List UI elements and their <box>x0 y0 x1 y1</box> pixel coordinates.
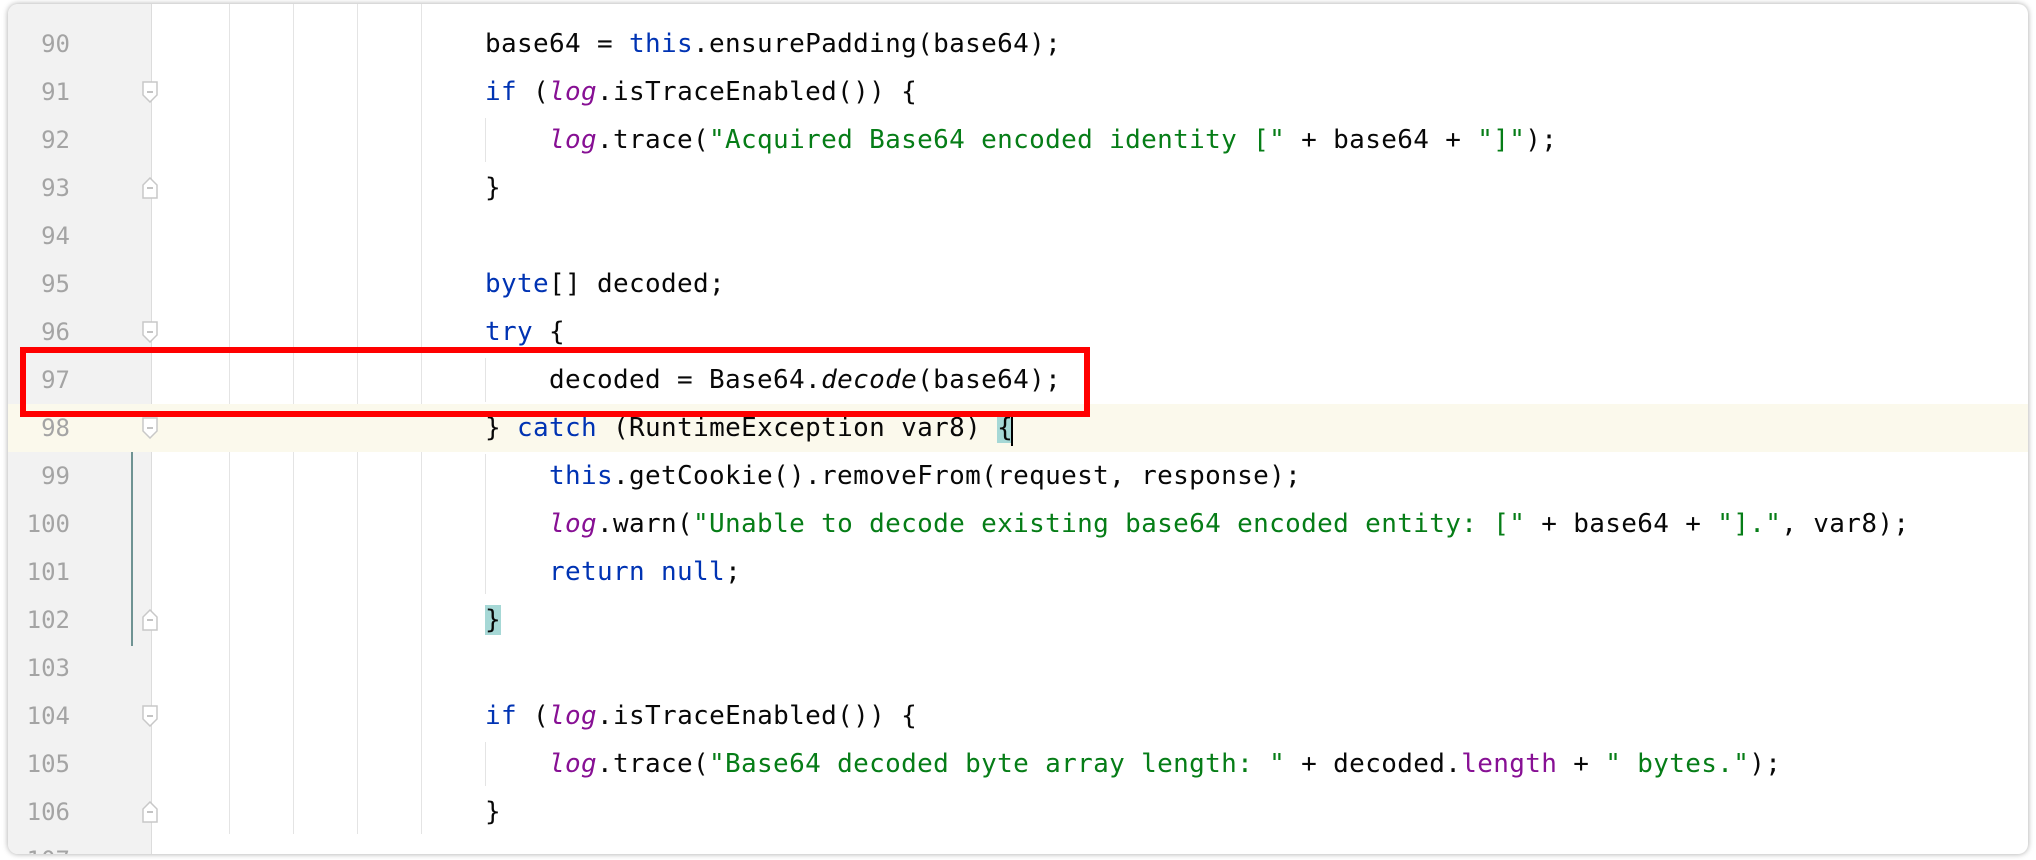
fold-collapse-icon[interactable] <box>142 705 158 727</box>
code-line[interactable]: 105 log.trace("Base64 decoded byte array … <box>8 740 2028 788</box>
code-line[interactable]: 93} <box>8 164 2028 212</box>
code-token: [] decoded; <box>549 269 726 299</box>
code-token: ; <box>725 557 742 587</box>
code-token: } <box>485 797 502 827</box>
line-number: 99 <box>41 462 70 490</box>
code-token: .isTraceEnabled()) { <box>597 77 918 107</box>
fold-end-icon[interactable] <box>142 801 158 823</box>
code-token: base64 = <box>485 29 630 59</box>
line-number: 92 <box>41 126 70 154</box>
keyword-token: byte <box>485 269 550 299</box>
code-line[interactable]: 104 if (log.isTraceEnabled()) { <box>8 692 2028 740</box>
code-token: ); <box>1749 749 1782 779</box>
code-token: + <box>1557 749 1606 779</box>
code-line[interactable]: 92 log.trace("Acquired Base64 encoded ide… <box>8 116 2028 164</box>
code-text[interactable]: log.trace("Base64 decoded byte array len… <box>549 740 1781 788</box>
string-token: "Unable to decode existing base64 encode… <box>693 509 1526 539</box>
code-token: + base64 + <box>1285 125 1478 155</box>
code-token: { <box>533 317 566 347</box>
fold-end-icon[interactable] <box>142 609 158 631</box>
code-token: ( <box>517 701 550 731</box>
fold-collapse-icon[interactable] <box>142 321 158 343</box>
code-line[interactable]: 90 base64 = this.ensurePadding(base64); <box>8 20 2028 68</box>
code-token: .warn( <box>597 509 694 539</box>
code-token: log <box>549 749 598 779</box>
code-line[interactable]: 95 byte[] decoded; <box>8 260 2028 308</box>
code-text[interactable]: return null; <box>549 548 741 596</box>
line-number: 102 <box>26 606 70 634</box>
code-token: } <box>485 413 518 443</box>
code-line[interactable]: 94 <box>8 212 2028 260</box>
line-number: 94 <box>41 222 70 250</box>
keyword-token: this <box>629 29 694 59</box>
fold-collapse-icon[interactable] <box>142 417 158 439</box>
code-token: ( <box>517 77 550 107</box>
line-number: 101 <box>26 558 70 586</box>
fold-end-icon[interactable] <box>142 177 158 199</box>
code-token: log <box>549 701 598 731</box>
line-number: 103 <box>26 654 70 682</box>
code-token: } <box>485 173 502 203</box>
code-token: ); <box>1525 125 1558 155</box>
line-number: 104 <box>26 702 70 730</box>
code-token: .ensurePadding(base64); <box>693 29 1062 59</box>
keyword-token: catch <box>517 413 598 443</box>
string-token: " bytes." <box>1605 749 1750 779</box>
code-token: .getCookie().removeFrom(request, respons… <box>613 461 1302 491</box>
code-token: + base64 + <box>1525 509 1718 539</box>
line-number: 107 <box>8 836 70 854</box>
code-token: log <box>549 125 598 155</box>
matched-brace: } <box>485 605 502 635</box>
string-token: "Acquired Base64 encoded identity [" <box>709 125 1286 155</box>
string-token: "Base64 decoded byte array length: " <box>709 749 1286 779</box>
code-line[interactable]: 100 log.warn("Unable to decode existing b… <box>8 500 2028 548</box>
line-number: 93 <box>41 174 70 202</box>
code-token: length <box>1461 749 1558 779</box>
code-line[interactable]: 99 this.getCookie().removeFrom(request, r… <box>8 452 2028 500</box>
code-text[interactable]: log.trace("Acquired Base64 encoded ident… <box>549 116 1557 164</box>
keyword-token: if <box>485 77 518 107</box>
code-text[interactable]: } <box>485 164 501 212</box>
code-text[interactable]: base64 = this.ensurePadding(base64); <box>485 20 1061 68</box>
code-token: .trace( <box>597 125 710 155</box>
code-line[interactable]: 101 return null; <box>8 548 2028 596</box>
code-token: (RuntimeException var8) <box>597 413 998 443</box>
code-line[interactable]: 103 <box>8 644 2028 692</box>
line-number: 95 <box>41 270 70 298</box>
code-text[interactable]: } <box>485 788 501 836</box>
code-token: .trace( <box>597 749 710 779</box>
fold-collapse-icon[interactable] <box>142 81 158 103</box>
code-token: + decoded. <box>1285 749 1462 779</box>
code-text[interactable]: if (log.isTraceEnabled()) { <box>485 68 917 116</box>
code-line[interactable]: 91 if (log.isTraceEnabled()) { <box>8 68 2028 116</box>
code-text[interactable]: if (log.isTraceEnabled()) { <box>485 692 917 740</box>
code-line[interactable]: 107 <box>8 836 2028 854</box>
line-number: 90 <box>41 30 70 58</box>
line-number: 106 <box>26 798 70 826</box>
keyword-token: null <box>661 557 726 587</box>
code-editor[interactable]: 90 base64 = this.ensurePadding(base64); 91… <box>8 4 2028 854</box>
code-line[interactable]: 102} <box>8 596 2028 644</box>
code-text[interactable]: } <box>485 596 502 644</box>
code-token: log <box>549 509 598 539</box>
code-text[interactable]: log.warn("Unable to decode existing base… <box>549 500 1909 548</box>
code-text[interactable]: byte[] decoded; <box>485 260 725 308</box>
line-number: 91 <box>41 78 70 106</box>
line-number: 100 <box>26 510 70 538</box>
code-token: log <box>549 77 598 107</box>
string-token: "]" <box>1477 125 1526 155</box>
keyword-token: this <box>549 461 614 491</box>
line-number: 105 <box>26 750 70 778</box>
code-token: , var8); <box>1781 509 1910 539</box>
keyword-token: if <box>485 701 518 731</box>
string-token: "]." <box>1717 509 1782 539</box>
keyword-token: try <box>485 317 534 347</box>
keyword-token: return <box>549 557 646 587</box>
code-text[interactable]: this.getCookie().removeFrom(request, res… <box>549 452 1301 500</box>
code-line[interactable]: 106} <box>8 788 2028 836</box>
highlight-box <box>20 347 1090 417</box>
code-token: .isTraceEnabled()) { <box>597 701 918 731</box>
